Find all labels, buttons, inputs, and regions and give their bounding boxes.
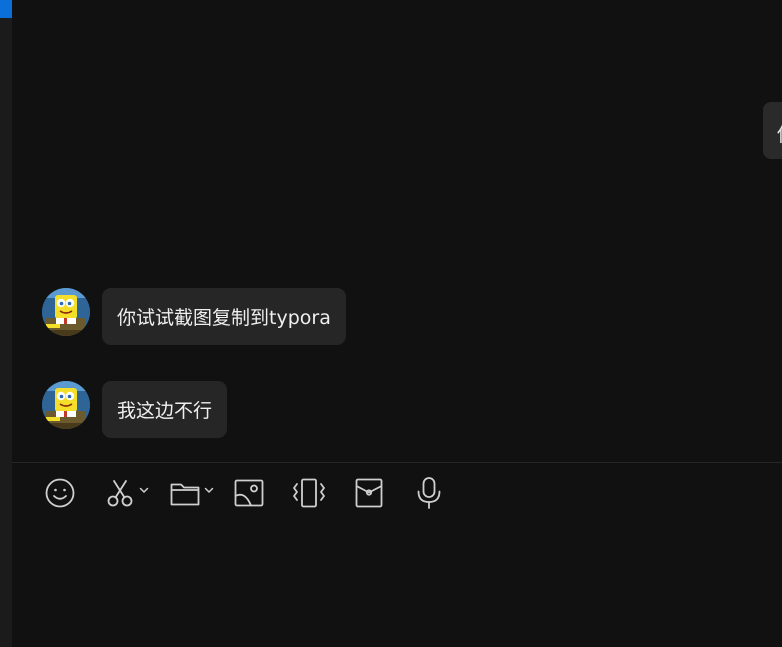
red-packet-icon (355, 478, 383, 508)
folder-icon (170, 483, 200, 506)
emoji-icon (45, 478, 75, 508)
message-text: 你试试截图复制到typora (117, 307, 331, 329)
spongebob-avatar[interactable] (42, 288, 90, 336)
incoming-message-bubble[interactable]: 你试试截图复制到typora (102, 288, 346, 345)
scissors-icon (107, 480, 133, 507)
microphone-icon (417, 477, 441, 509)
selected-chat-indicator (0, 0, 12, 18)
message-row: 你试试截图复制到typora (42, 288, 346, 345)
chevron-down-icon[interactable] (203, 484, 215, 496)
chevron-down-icon[interactable] (138, 484, 150, 496)
message-list[interactable]: 你 你试试截图复制到typora (12, 0, 782, 462)
voice-button[interactable] (413, 476, 445, 510)
message-text: 你 (777, 118, 782, 147)
file-button[interactable] (169, 476, 215, 510)
shake-icon (293, 478, 325, 508)
incoming-message-bubble[interactable]: 我这边不行 (102, 381, 228, 438)
red-packet-button[interactable] (353, 476, 385, 510)
outgoing-message-bubble[interactable]: 你 (763, 102, 782, 159)
image-button[interactable] (233, 476, 265, 510)
screenshot-button[interactable] (104, 476, 150, 510)
left-panel-edge (0, 0, 12, 647)
message-row: 我这边不行 (42, 381, 228, 438)
shake-button[interactable] (291, 476, 327, 510)
spongebob-avatar[interactable] (42, 381, 90, 429)
image-icon (234, 479, 264, 507)
emoji-button[interactable] (44, 476, 76, 510)
message-text: 我这边不行 (117, 400, 213, 422)
input-toolbar (12, 463, 782, 523)
